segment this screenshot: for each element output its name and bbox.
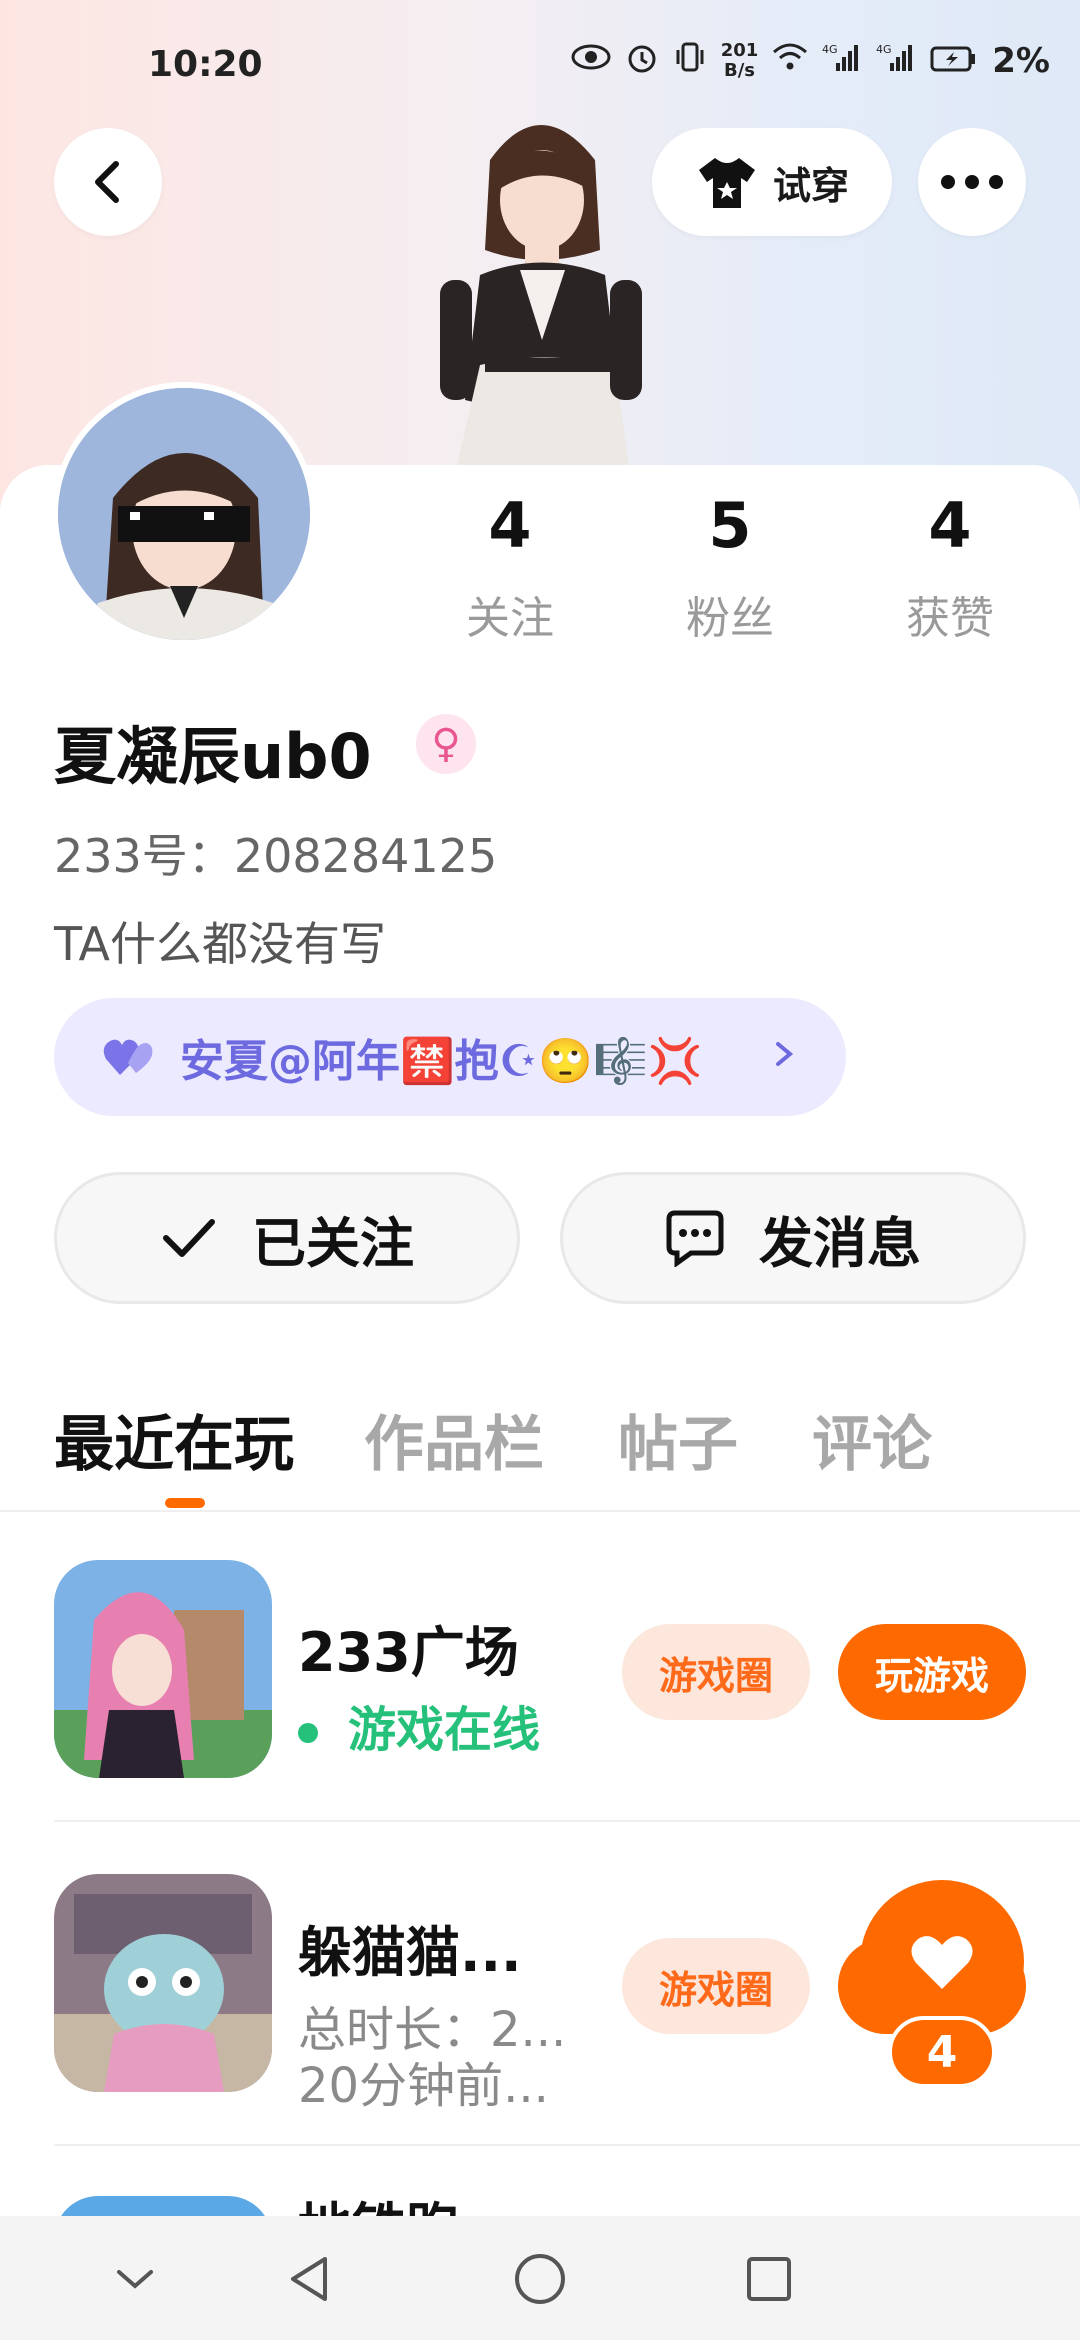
signal-icon-2: 4G [876,41,916,81]
chat-bubble-icon [666,1210,724,1267]
circle-home-icon [515,2254,565,2304]
row-divider [54,1820,1080,1822]
gender-symbol: ♀ [431,721,461,767]
user-id: 233号：208284125 [54,820,497,886]
stat-following[interactable]: 4 关注 [400,490,620,646]
triangle-back-icon [291,2257,327,2301]
chevron-down-icon [117,2270,153,2289]
net-speed-unit: B/s [723,60,755,81]
double-heart-icon [103,1039,153,1075]
tabs-divider [0,1510,1080,1512]
user-id-value: 208284125 [233,829,498,883]
online-label: 游戏在线 [348,1702,541,1758]
stat-following-label: 关注 [466,593,554,644]
chevron-left-icon [95,161,119,203]
tab-comments[interactable]: 评论 [812,1396,932,1483]
more-button[interactable] [918,128,1026,236]
stat-likes-count: 4 [928,489,972,562]
username: 夏凝辰ub0 [54,720,372,793]
game-circle-button[interactable]: 游戏圈 [622,1938,810,2034]
game-icon[interactable] [54,1874,272,2092]
female-gender-icon: ♀ [416,714,476,774]
net-speed: 201 B/s [721,41,759,81]
net-speed-value: 201 [720,40,759,61]
game-last-played: 20分钟前... [298,2058,549,2114]
profile-stats: 4 关注 5 粉丝 4 获赞 [400,490,1060,646]
battery-icon [930,42,978,80]
floating-like-button[interactable]: 4 [860,1880,1024,2090]
followed-label: 已关注 [252,1211,414,1275]
profile-tabs: 最近在玩 作品栏 帖子 评论 [54,1396,932,1483]
cp-text: 安夏@阿年🈲抱☪🙄🎼💢 [180,1036,703,1087]
like-count: 4 [888,2016,996,2088]
status-icons: 201 B/s 4G 4G 2% [571,40,1050,82]
square-recents-icon [747,2257,791,2301]
try-on-button[interactable]: 试穿 [652,128,892,236]
nav-collapse-button[interactable] [100,2244,170,2314]
stat-likes[interactable]: 4 获赞 [840,490,1060,646]
svg-text:4G: 4G [822,43,838,56]
more-dots-icon [941,175,1003,189]
profile-avatar[interactable] [52,382,316,646]
nav-home-button[interactable] [505,2244,575,2314]
eye-icon [571,42,611,80]
status-time: 10:20 [148,44,263,85]
stat-likes-label: 获赞 [906,593,994,644]
avatar-3d-figure [400,100,680,480]
game-circle-button[interactable]: 游戏圈 [622,1624,810,1720]
row-divider [54,2144,1080,2146]
svg-text:4G: 4G [876,43,892,56]
alarm-icon [625,40,659,82]
wifi-icon [772,42,808,80]
stat-fans-count: 5 [708,489,752,562]
cp-relationship-pill[interactable]: 安夏@阿年🈲抱☪🙄🎼💢 [54,998,846,1116]
tshirt-icon [698,158,755,208]
active-tab-indicator [165,1498,205,1508]
followed-button[interactable]: 已关注 [54,1172,520,1304]
game-name: 躲猫猫... [298,1921,522,1984]
stat-fans[interactable]: 5 粉丝 [620,490,840,646]
stat-fans-label: 粉丝 [686,593,774,644]
tab-works[interactable]: 作品栏 [364,1396,544,1483]
vibrate-icon [673,40,707,82]
tab-recently-played[interactable]: 最近在玩 [54,1396,294,1483]
game-online-status: 游戏在线 [298,1690,540,1760]
nav-recents-button[interactable] [734,2244,804,2314]
signal-icon-1: 4G [822,41,862,81]
stat-following-count: 4 [488,489,532,562]
game-icon[interactable] [54,1560,272,1778]
play-game-button[interactable]: 玩游戏 [838,1624,1026,1720]
game-row[interactable]: 233广场 游戏在线 游戏圈 玩游戏 [0,1560,1080,1880]
try-on-label: 试穿 [772,163,849,208]
send-message-button[interactable]: 发消息 [560,1172,1026,1304]
user-id-label: 233号： [54,829,234,883]
tab-posts[interactable]: 帖子 [618,1396,738,1483]
heart-icon [911,1936,973,1989]
game-name: 233广场 [298,1621,519,1684]
user-bio: TA什么都没有写 [54,917,386,971]
chevron-right-icon [776,1042,794,1066]
back-button[interactable] [54,128,162,236]
checkmark-icon [163,1219,215,1257]
send-message-label: 发消息 [759,1211,921,1275]
online-dot-icon [298,1723,318,1743]
battery-percent: 2% [992,41,1050,81]
nav-back-button[interactable] [274,2244,344,2314]
system-navigation-bar [0,2216,1080,2340]
